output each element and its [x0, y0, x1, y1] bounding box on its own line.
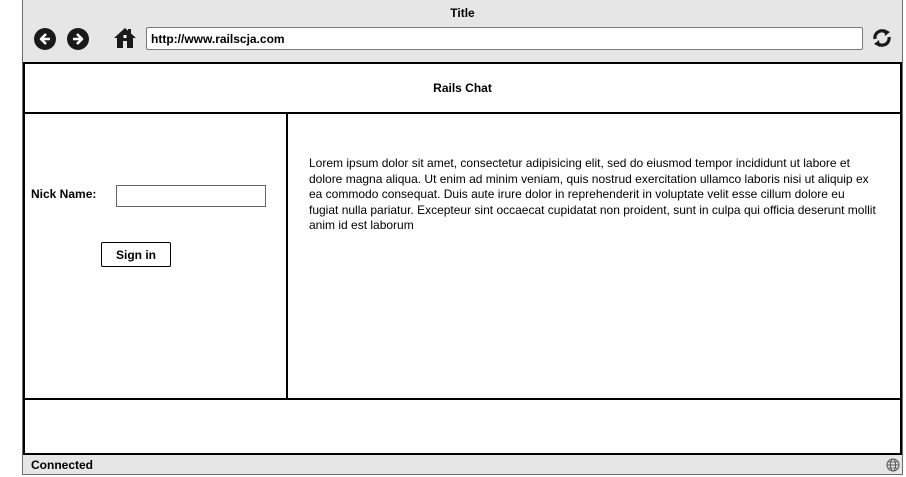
home-icon: [114, 28, 136, 48]
content-text: Lorem ipsum dolor sit amet, consectetur …: [309, 156, 876, 232]
sign-in-button[interactable]: Sign in: [101, 242, 171, 267]
home-button[interactable]: [113, 26, 137, 50]
arrow-right-circle-icon: [73, 33, 84, 45]
nick-name-label: Nick Name:: [31, 187, 97, 201]
globe-icon: [886, 458, 900, 472]
address-bar[interactable]: [146, 27, 863, 50]
page-title: Rails Chat: [25, 64, 900, 114]
login-panel: Nick Name: Sign in: [25, 114, 288, 398]
browser-window: Title http://www.railscja.com Rails Chat…: [22, 0, 903, 475]
forward-button[interactable]: [67, 28, 89, 50]
status-text: Connected: [31, 458, 94, 472]
arrow-left-circle-icon: [39, 33, 50, 45]
refresh-icon: [873, 29, 891, 47]
window-title: Title: [450, 6, 475, 20]
refresh-button[interactable]: [870, 26, 894, 50]
status-bar: Connected: [23, 457, 902, 475]
browser-toolbar: [23, 24, 902, 60]
nick-name-input[interactable]: [116, 185, 266, 207]
footer-panel: [25, 398, 900, 453]
chat-content-panel: Lorem ipsum dolor sit amet, consectetur …: [288, 114, 900, 398]
page-viewport: Rails Chat Nick Name: Sign in Lorem ipsu…: [23, 62, 902, 455]
back-button[interactable]: [34, 28, 56, 50]
